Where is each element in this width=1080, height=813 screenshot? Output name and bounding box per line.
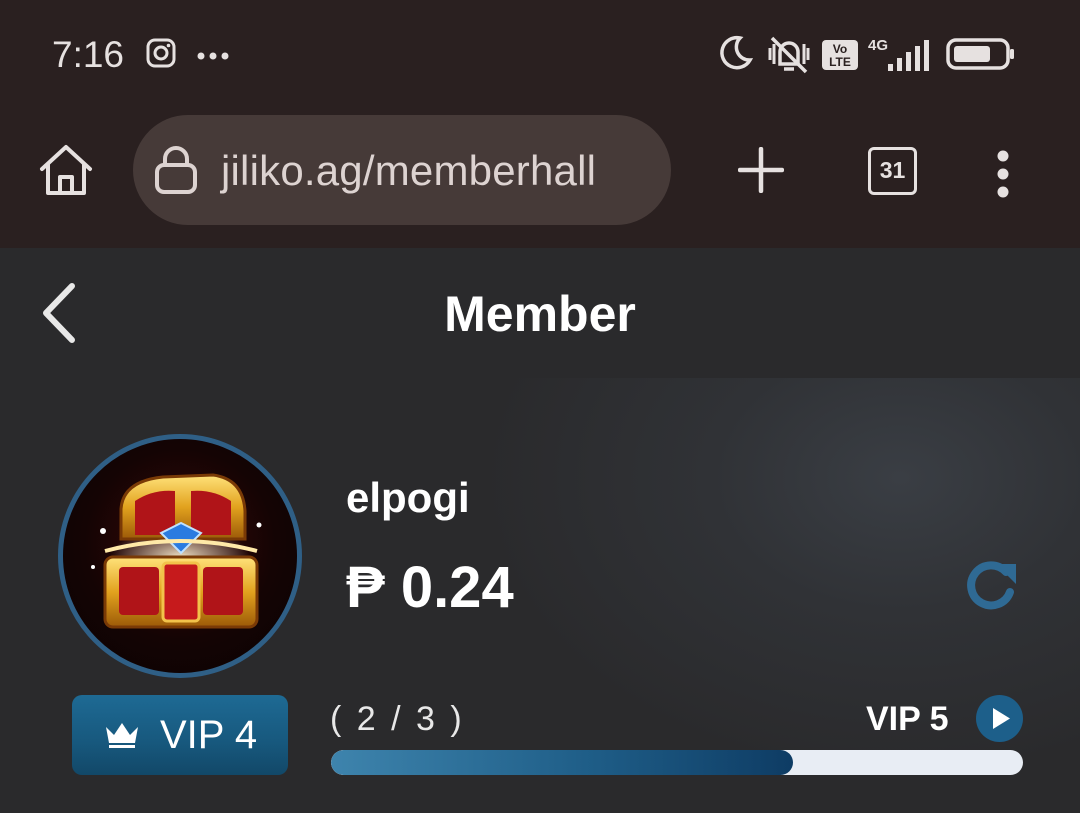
avatar[interactable] [58,434,302,678]
browser-toolbar: jiliko.ag/memberhall 31 [0,105,1080,248]
signal-4g-icon: 4G [866,36,934,77]
member-card: elpogi ₱ 0.24 VIP 4 ( 2 / 3 ) VIP 5 [0,378,1080,813]
vip-progress-fill [331,750,793,775]
vip-progress-count: ( 2 / 3 ) [330,700,465,738]
status-bar: 7:16 Vo LTE 4G [0,0,1080,105]
balance: ₱ 0.24 [346,554,514,621]
instagram-icon [146,38,176,73]
svg-text:LTE: LTE [829,55,851,69]
new-tab-icon[interactable] [737,146,785,198]
battery-icon [946,38,1016,75]
status-time: 7:16 [52,34,125,75]
svg-text:Vo: Vo [833,42,847,56]
app-header: Member [0,248,1080,378]
vip-level-label: VIP 4 [160,713,258,757]
refresh-icon[interactable] [962,558,1020,617]
vibrate-muted-icon [766,34,812,79]
balance-amount: 0.24 [400,555,514,620]
address-bar[interactable]: jiliko.ag/memberhall [133,115,671,225]
currency-symbol: ₱ [346,555,385,620]
tab-switcher-button[interactable]: 31 [868,147,917,195]
next-vip-button[interactable] [976,695,1023,742]
network-label: 4G [868,37,888,54]
url-text[interactable]: jiliko.ag/memberhall [221,147,596,195]
volte-icon: Vo LTE [822,40,858,75]
lock-icon[interactable] [153,145,199,200]
vip-progress-bar [331,750,1023,775]
username: elpogi [346,474,470,521]
crown-icon [104,719,140,754]
browser-menu-icon[interactable] [995,150,1011,203]
play-arrow-icon [993,708,1010,729]
more-dots-icon [196,48,230,66]
treasure-chest-icon [91,473,262,629]
home-icon[interactable] [37,143,95,202]
page-title: Member [444,286,636,342]
next-vip-label: VIP 5 [866,700,949,738]
vip-level-badge[interactable]: VIP 4 [72,695,288,775]
moon-icon [716,34,754,77]
